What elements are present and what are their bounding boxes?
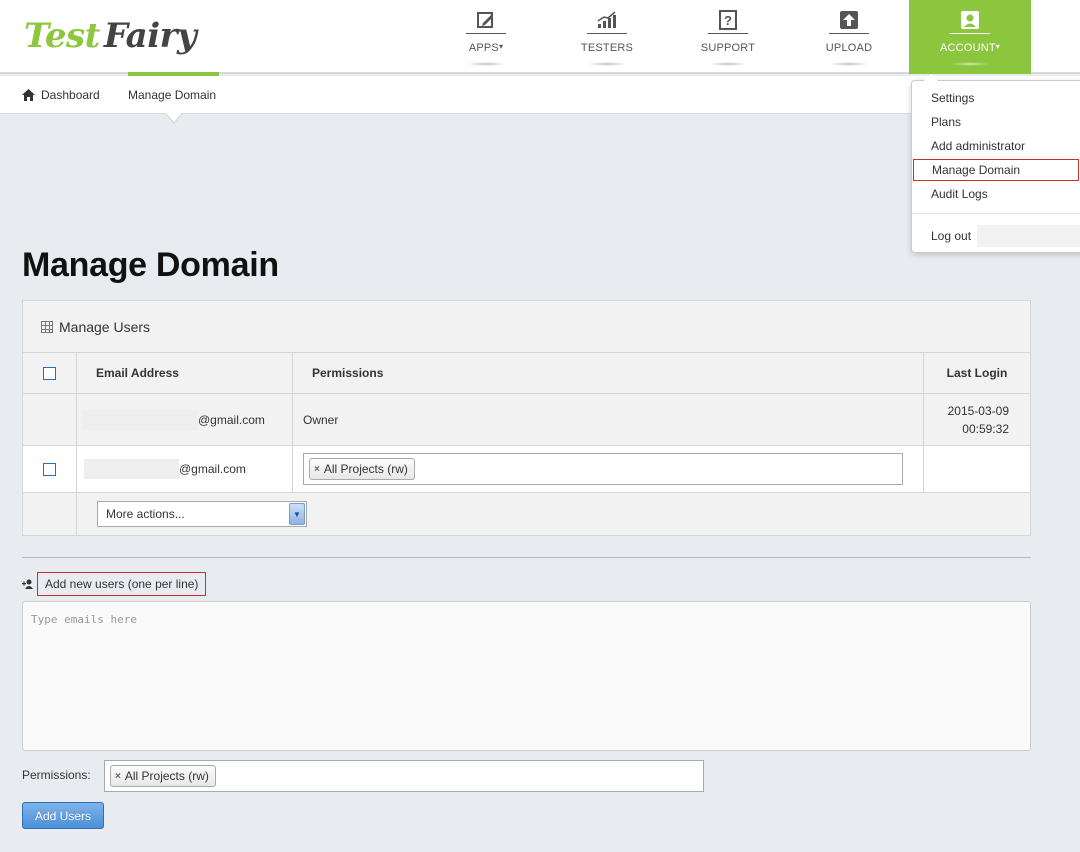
- permission-tag: × All Projects (rw): [309, 458, 415, 480]
- column-header-last-login[interactable]: Last Login: [924, 353, 1030, 393]
- emails-textarea[interactable]: [22, 601, 1031, 751]
- menu-item-add-administrator[interactable]: Add administrator: [912, 135, 1080, 157]
- chevron-down-icon: ▼: [289, 503, 305, 525]
- add-users-label-row: Add new users (one per line): [22, 572, 207, 596]
- account-dropdown-menu: Settings Plans Add administrator Manage …: [911, 74, 1080, 253]
- email-domain: @gmail.com: [179, 462, 246, 476]
- section-divider: [22, 557, 1031, 558]
- breadcrumb-current-label: Manage Domain: [128, 88, 217, 102]
- nav-upload[interactable]: UPLOAD: [794, 0, 904, 74]
- home-icon: [22, 89, 35, 101]
- user-icon: [950, 10, 990, 34]
- nav-account-label: ACCOUNT: [939, 42, 996, 54]
- upload-icon: [829, 10, 869, 34]
- remove-tag-icon[interactable]: ×: [115, 771, 121, 782]
- redacted-email: [84, 459, 179, 479]
- add-users-label: Add new users (one per line): [37, 572, 207, 596]
- nav-apps[interactable]: APPS▾: [431, 0, 541, 74]
- row-checkbox[interactable]: [43, 462, 56, 476]
- column-header-email[interactable]: Email Address: [77, 353, 293, 393]
- breadcrumb-dashboard-label: Dashboard: [41, 88, 100, 102]
- top-navigation-bar: Test Fairy APPS▾ TESTERS ? SUPPORT UPLOAD: [0, 0, 1080, 74]
- last-login-cell: [924, 446, 1030, 492]
- breadcrumb-dashboard-link[interactable]: Dashboard: [22, 88, 100, 102]
- table-row: @gmail.com Owner 2015-03-09 00:59:32: [23, 394, 1030, 446]
- menu-item-plans[interactable]: Plans: [912, 111, 1080, 133]
- redacted-username: [977, 225, 1080, 247]
- table-actions-row: More actions... ▼: [23, 493, 1030, 535]
- add-users-button[interactable]: Add Users: [22, 802, 104, 829]
- nav-account[interactable]: ACCOUNT▾: [909, 0, 1031, 74]
- permissions-tag-input[interactable]: × All Projects (rw): [303, 453, 903, 485]
- add-user-icon: [22, 579, 33, 589]
- edit-icon: [466, 10, 506, 34]
- question-icon: ?: [708, 10, 748, 34]
- nav-apps-label: APPS: [468, 42, 499, 54]
- new-user-permissions-input[interactable]: × All Projects (rw): [104, 760, 704, 792]
- table-row: @gmail.com × All Projects (rw): [23, 446, 1030, 493]
- chevron-down-icon: ▾: [995, 42, 1000, 51]
- grid-icon: [41, 320, 53, 333]
- nav-upload-label: UPLOAD: [825, 42, 873, 54]
- bar-chart-icon: [587, 10, 627, 34]
- chevron-down-icon: ▾: [498, 42, 504, 51]
- permissions-cell: × All Projects (rw): [293, 446, 924, 492]
- email-cell: @gmail.com: [77, 446, 293, 492]
- column-header-permissions[interactable]: Permissions: [293, 353, 924, 393]
- redacted-email: [82, 409, 198, 430]
- nav-testers-label: TESTERS: [580, 42, 634, 54]
- select-all-checkbox[interactable]: [43, 366, 56, 380]
- last-login-cell: 2015-03-09 00:59:32: [924, 394, 1030, 445]
- more-actions-value: More actions...: [106, 507, 185, 521]
- menu-item-manage-domain[interactable]: Manage Domain: [913, 159, 1079, 181]
- last-login-date: 2015-03-09: [947, 403, 1009, 418]
- permission-tag-label: All Projects (rw): [124, 769, 209, 783]
- testfairy-logo[interactable]: Test Fairy: [24, 14, 197, 58]
- table-header-row: Email Address Permissions Last Login: [23, 353, 1030, 394]
- permission-tag-label: All Projects (rw): [323, 462, 408, 476]
- menu-item-settings[interactable]: Settings: [912, 87, 1080, 109]
- menu-divider: [912, 213, 1080, 214]
- permission-tag: × All Projects (rw): [110, 765, 216, 787]
- breadcrumb-current: Manage Domain: [128, 72, 219, 114]
- email-domain: @gmail.com: [198, 412, 265, 427]
- page-title: Manage Domain: [22, 246, 279, 284]
- more-actions-select[interactable]: More actions... ▼: [97, 501, 307, 527]
- svg-text:?: ?: [724, 13, 732, 28]
- menu-item-audit-logs[interactable]: Audit Logs: [912, 183, 1080, 205]
- nav-testers[interactable]: TESTERS: [552, 0, 662, 74]
- last-login-time: 00:59:32: [962, 421, 1009, 436]
- nav-support-label: SUPPORT: [700, 42, 756, 54]
- permissions-label: Permissions:: [22, 768, 91, 782]
- panel-title: Manage Users: [59, 318, 151, 335]
- email-cell: @gmail.com: [77, 394, 293, 445]
- remove-tag-icon[interactable]: ×: [314, 464, 320, 475]
- manage-users-panel: Manage Users Email Address Permissions L…: [22, 300, 1031, 536]
- permissions-cell: Owner: [293, 394, 924, 445]
- nav-support[interactable]: ? SUPPORT: [673, 0, 783, 74]
- panel-header: Manage Users: [23, 301, 1030, 353]
